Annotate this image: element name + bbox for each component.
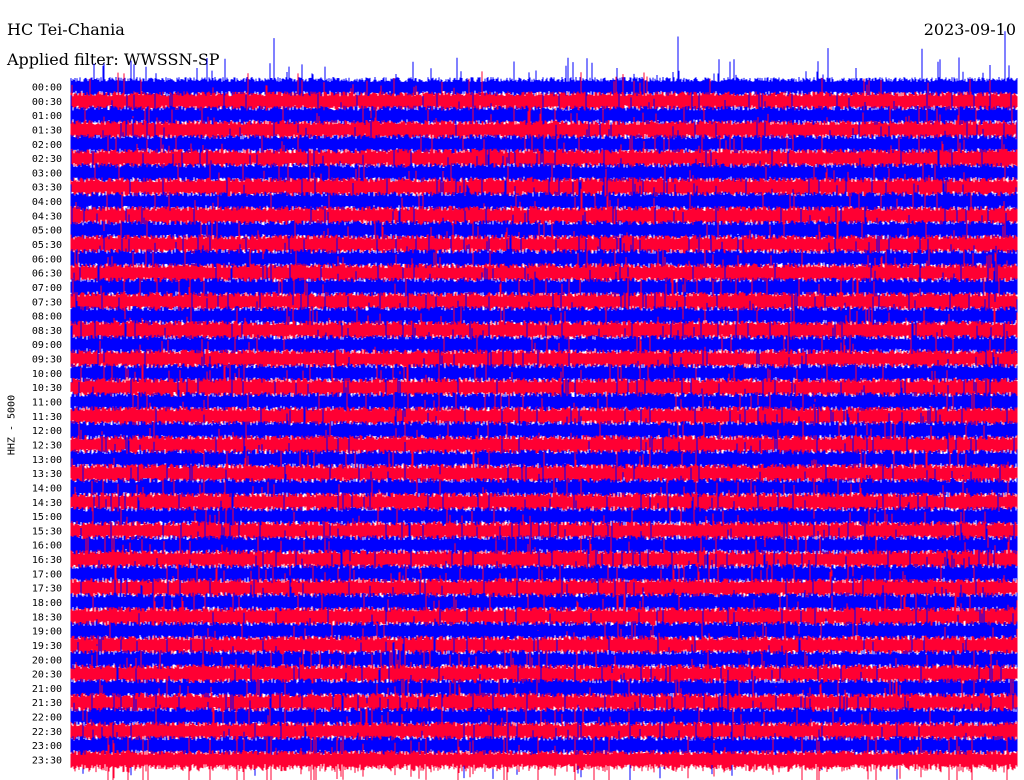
row-label: 00:00 <box>32 83 62 94</box>
trace-group <box>70 31 1018 780</box>
row-label: 11:00 <box>32 398 62 409</box>
row-label: 03:00 <box>32 168 62 179</box>
row-label: 05:30 <box>32 240 62 251</box>
row-label: 18:30 <box>32 612 62 623</box>
row-label: 17:30 <box>32 584 62 595</box>
row-label: 01:30 <box>32 126 62 137</box>
row-label: 05:00 <box>32 226 62 237</box>
row-label: 07:00 <box>32 283 62 294</box>
row-label: 07:30 <box>32 297 62 308</box>
row-label: 13:30 <box>32 469 62 480</box>
row-label: 08:30 <box>32 326 62 337</box>
row-label: 10:30 <box>32 383 62 394</box>
row-label: 04:30 <box>32 211 62 222</box>
row-label: 14:30 <box>32 498 62 509</box>
row-label: 13:00 <box>32 455 62 466</box>
row-label: 22:00 <box>32 713 62 724</box>
row-label: 00:30 <box>32 97 62 108</box>
row-label: 16:00 <box>32 541 62 552</box>
row-label: 02:00 <box>32 140 62 151</box>
row-label: 20:30 <box>32 670 62 681</box>
row-label: 15:00 <box>32 512 62 523</box>
row-label: 01:00 <box>32 111 62 122</box>
row-label: 15:30 <box>32 526 62 537</box>
row-label: 09:00 <box>32 340 62 351</box>
row-label: 04:00 <box>32 197 62 208</box>
row-label: 23:00 <box>32 741 62 752</box>
row-label: 08:00 <box>32 312 62 323</box>
row-label: 23:30 <box>32 756 62 767</box>
row-label: 06:00 <box>32 254 62 265</box>
row-label: 12:00 <box>32 426 62 437</box>
row-label: 20:00 <box>32 655 62 666</box>
row-label: 18:00 <box>32 598 62 609</box>
row-label: 22:30 <box>32 727 62 738</box>
row-label: 06:30 <box>32 269 62 280</box>
row-label: 02:30 <box>32 154 62 165</box>
row-label: 12:30 <box>32 441 62 452</box>
helicorder-plot: 00:00 00:30 01:00 01:30 02:00 02:30 03:00 03:30… <box>32 31 1018 780</box>
row-label-group: 00:00 00:30 01:00 01:30 02:00 02:30 03:00 03:30… <box>32 83 62 767</box>
row-label: 14:00 <box>32 483 62 494</box>
row-label: 19:30 <box>32 641 62 652</box>
row-label: 21:30 <box>32 698 62 709</box>
row-label: 03:30 <box>32 183 62 194</box>
row-label: 09:30 <box>32 355 62 366</box>
row-label: 10:00 <box>32 369 62 380</box>
row-label: 21:00 <box>32 684 62 695</box>
row-label: 16:30 <box>32 555 62 566</box>
row-label: 11:30 <box>32 412 62 423</box>
row-label: 19:00 <box>32 627 62 638</box>
row-label: 17:00 <box>32 569 62 580</box>
